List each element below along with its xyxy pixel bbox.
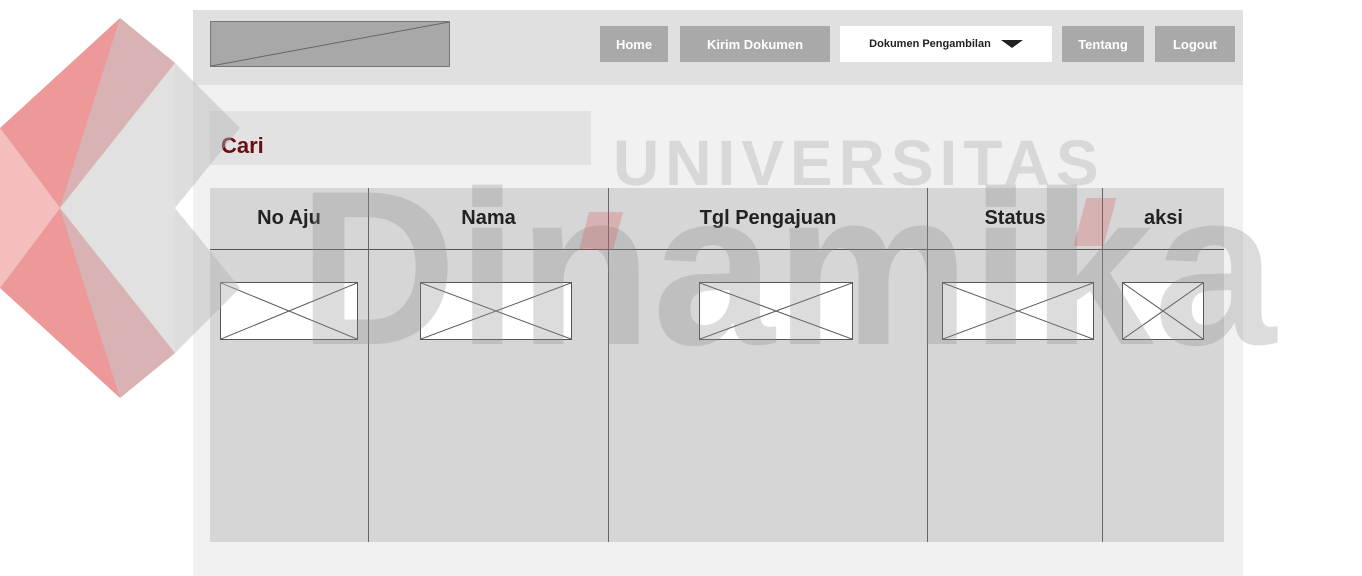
- column-divider: [368, 188, 369, 542]
- chevron-down-icon: [1000, 40, 1023, 48]
- cell-aksi-placeholder[interactable]: [1122, 282, 1204, 340]
- col-header-nama: Nama: [461, 207, 516, 229]
- search-input[interactable]: [210, 111, 591, 165]
- image-placeholder-icon: [943, 283, 1093, 339]
- col-header-no-aju: No Aju: [257, 207, 321, 229]
- nav-home-label: Home: [615, 36, 653, 52]
- logo-placeholder-image: [210, 21, 450, 67]
- logo-placeholder: [210, 21, 450, 67]
- nav-kirim-label: Kirim Dokumen: [706, 36, 804, 52]
- image-placeholder-icon: [1123, 283, 1203, 339]
- search-label: Cari: [221, 133, 264, 158]
- image-placeholder-icon: [221, 283, 357, 339]
- nav-home-button[interactable]: Home: [600, 26, 668, 62]
- cell-nama-placeholder: [420, 282, 572, 340]
- table-header-row: No Aju Nama Tgl Pengajuan Status aksi: [210, 188, 1224, 250]
- column-divider: [1102, 188, 1103, 542]
- column-divider: [927, 188, 928, 542]
- image-placeholder-icon: [700, 283, 852, 339]
- nav-logout-label: Logout: [1172, 36, 1218, 52]
- cell-no-aju-placeholder: [220, 282, 358, 340]
- data-table: No Aju Nama Tgl Pengajuan Status aksi: [210, 188, 1224, 542]
- nav-kirim-dokumen-button[interactable]: Kirim Dokumen: [680, 26, 830, 62]
- top-navbar: Home Kirim Dokumen Dokumen Pengambilan T…: [193, 10, 1243, 85]
- nav-tentang-button[interactable]: Tentang: [1062, 26, 1144, 62]
- nav-dokumen-pengambilan-dropdown[interactable]: Dokumen Pengambilan: [840, 26, 1052, 62]
- page-frame: Home Kirim Dokumen Dokumen Pengambilan T…: [193, 10, 1243, 576]
- cell-tgl-pengajuan-placeholder: [699, 282, 853, 340]
- image-placeholder-icon: [421, 283, 571, 339]
- col-header-status: Status: [984, 207, 1046, 229]
- column-divider: [608, 188, 609, 542]
- nav-logout-button[interactable]: Logout: [1155, 26, 1235, 62]
- nav-pengambilan-label: Dokumen Pengambilan: [869, 38, 991, 50]
- col-header-aksi: aksi: [1144, 207, 1183, 229]
- nav-tentang-label: Tentang: [1078, 36, 1128, 52]
- cell-status-placeholder: [942, 282, 1094, 340]
- col-header-tgl-pengajuan: Tgl Pengajuan: [699, 207, 837, 229]
